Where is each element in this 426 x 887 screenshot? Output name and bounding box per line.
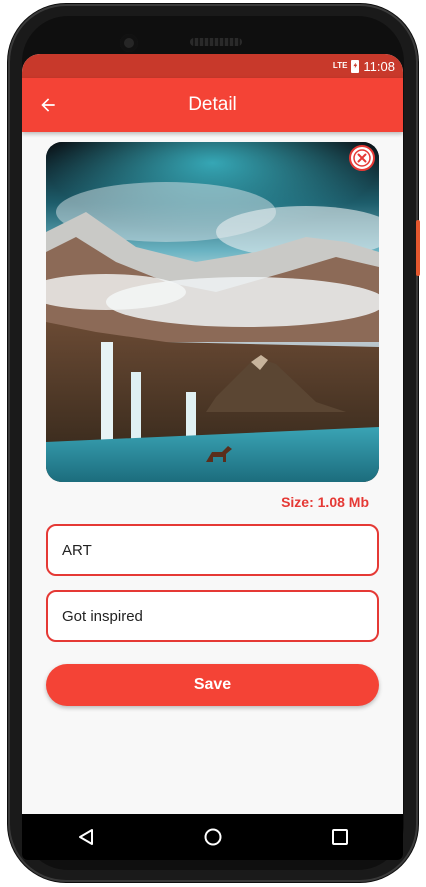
app-bar: Detail (22, 78, 403, 132)
arrow-left-icon (41, 98, 55, 112)
battery-charging-icon (351, 59, 360, 73)
landscape-photo (46, 142, 379, 482)
status-time: 11:08 (363, 58, 395, 74)
category-input[interactable] (60, 540, 365, 560)
close-circle-icon (349, 145, 375, 171)
detail-content: Size: 1.08 Mb Save (22, 132, 403, 706)
photo-preview[interactable] (46, 142, 379, 482)
file-size-label: Size: 1.08 Mb (281, 494, 369, 510)
caption-field[interactable] (46, 590, 379, 642)
square-recents-icon (331, 829, 348, 845)
nav-back-button[interactable] (66, 817, 106, 857)
category-field[interactable] (46, 524, 379, 576)
circle-home-icon (204, 828, 221, 846)
lte-signal-icon: LTE (332, 61, 348, 70)
remove-image-button[interactable] (349, 145, 375, 171)
app-screen: LTE 11:08 Detail Size: 1.08 Mb ART Got i… (22, 54, 403, 814)
power-button[interactable] (416, 220, 420, 276)
system-nav-bar (22, 814, 403, 860)
triangle-back-icon (78, 829, 93, 845)
back-button[interactable] (28, 85, 68, 125)
nav-home-button[interactable] (193, 817, 233, 857)
status-bar: LTE 11:08 (22, 54, 403, 78)
earpiece-speaker (190, 38, 242, 46)
save-button[interactable]: Save (46, 664, 379, 706)
caption-input[interactable] (60, 606, 365, 626)
nav-recents-button[interactable] (320, 817, 360, 857)
front-camera (120, 34, 138, 52)
page-title: Detail (188, 94, 237, 115)
